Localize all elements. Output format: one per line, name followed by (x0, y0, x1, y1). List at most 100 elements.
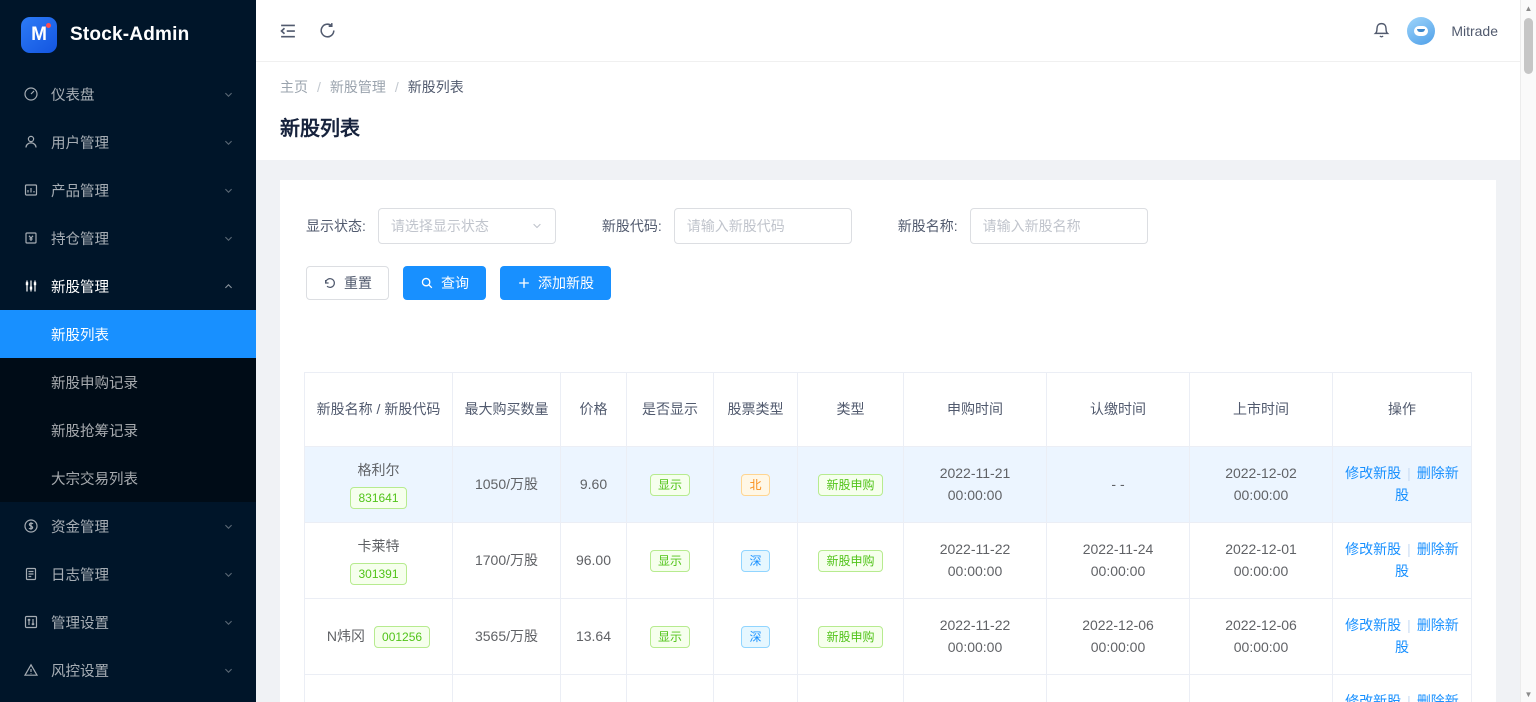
edit-stock-link[interactable]: 修改新股 (1345, 541, 1401, 557)
delete-stock-link[interactable]: 删除新股 (1395, 465, 1459, 503)
warning-triangle-icon (22, 662, 39, 679)
sidebar-item-dashboard[interactable]: 仪表盘 (0, 70, 256, 118)
breadcrumb-home[interactable]: 主页 (280, 79, 308, 95)
cell-type: 新股申购 (798, 447, 904, 523)
notification-bell-icon[interactable] (1372, 21, 1391, 40)
sidebar-menu: 仪表盘 用户管理 产品管理 持仓管理 (0, 70, 256, 702)
display-status-tag: 显示 (650, 550, 690, 572)
sidebar-item-risk-settings[interactable]: 风控设置 (0, 646, 256, 694)
edit-stock-link[interactable]: 修改新股 (1345, 465, 1401, 481)
sidebar-item-new-stock[interactable]: 新股管理 (0, 262, 256, 310)
action-bar: 重置 查询 添加新股 (304, 266, 1472, 300)
status-select[interactable]: 请选择显示状态 (378, 208, 556, 244)
filter-stock-code: 新股代码: (602, 208, 852, 244)
display-status-tag: 显示 (650, 626, 690, 648)
breadcrumb: 主页/新股管理/新股列表 (280, 77, 1496, 97)
cell-name-code: N炜冈001256 (305, 599, 453, 675)
dollar-circle-icon (22, 518, 39, 535)
breadcrumb-current: 新股列表 (408, 79, 464, 95)
new-stock-submenu: 新股列表 新股申购记录 新股抢筹记录 大宗交易列表 (0, 310, 256, 502)
sidebar-item-users[interactable]: 用户管理 (0, 118, 256, 166)
cell-max-quantity: 1700/万股 (453, 523, 561, 599)
reset-icon (323, 276, 337, 290)
edit-stock-link[interactable]: 修改新股 (1345, 617, 1401, 633)
add-new-stock-button[interactable]: 添加新股 (500, 266, 611, 300)
cell-pay-time: 2022-12-0600:00:00 (1047, 599, 1190, 675)
cell-price: 13.64 (561, 599, 627, 675)
cell-type: 新股申购 (798, 675, 904, 702)
col-display: 是否显示 (627, 373, 714, 447)
col-max-quantity: 最大购买数量 (453, 373, 561, 447)
chevron-down-icon (223, 137, 234, 148)
app-title: Stock-Admin (70, 24, 189, 46)
submenu-item-new-stock-list[interactable]: 新股列表 (0, 310, 256, 358)
display-status-tag: 显示 (650, 474, 690, 496)
stock-name-input[interactable] (970, 208, 1148, 244)
stock-code-input[interactable] (674, 208, 852, 244)
sidebar-item-logs[interactable]: 日志管理 (0, 550, 256, 598)
cell-pay-time: 2022-11-2400:00:00 (1047, 523, 1190, 599)
delete-stock-link[interactable]: 删除新股 (1395, 617, 1459, 655)
cell-max-quantity: 3565/万股 (453, 599, 561, 675)
page-header: 主页/新股管理/新股列表 新股列表 (256, 62, 1520, 160)
sidebar-collapse-icon[interactable] (278, 21, 298, 41)
cell-price: 78.90 (561, 675, 627, 702)
scroll-down-arrow[interactable]: ▼ (1521, 686, 1536, 702)
stock-name: 卡莱特 (313, 536, 444, 558)
chevron-up-icon (223, 281, 234, 292)
delete-stock-link[interactable]: 删除新股 (1395, 693, 1459, 702)
search-icon (420, 276, 434, 290)
sidebar: M Stock-Admin 仪表盘 用户管理 产品管理 (0, 0, 256, 702)
cell-price: 96.00 (561, 523, 627, 599)
new-stock-table: 新股名称 / 新股代码 最大购买数量 价格 是否显示 股票类型 类型 申购时间 … (304, 372, 1472, 702)
chevron-down-icon (223, 521, 234, 532)
dashboard-icon (22, 86, 39, 103)
submenu-item-subscription-records[interactable]: 新股申购记录 (0, 358, 256, 406)
cell-name-code: 三未信安 (305, 675, 453, 702)
cell-name-code: 卡莱特301391 (305, 523, 453, 599)
sidebar-item-funds[interactable]: 资金管理 (0, 502, 256, 550)
cell-apply-time: 2022-11-2100:00:00 (904, 447, 1047, 523)
cell-stock-type: 深 (714, 523, 798, 599)
cell-list-time: 2022-12-02 (1190, 675, 1333, 702)
cell-stock-type: 沪 (714, 675, 798, 702)
breadcrumb-new-stock-mgmt[interactable]: 新股管理 (330, 79, 386, 95)
market-tag: 深 (741, 626, 769, 648)
window-scrollbar[interactable]: ▲ ▼ (1520, 0, 1536, 702)
cell-apply-time: 2022-11-2200:00:00 (904, 523, 1047, 599)
sidebar-item-products[interactable]: 产品管理 (0, 166, 256, 214)
cell-operations: 修改新股|删除新股 (1333, 675, 1472, 702)
sidebar-item-admin-settings[interactable]: 管理设置 (0, 598, 256, 646)
status-label: 显示状态: (306, 216, 366, 236)
cell-display: 显示 (627, 675, 714, 702)
app-logo-icon: M (21, 17, 57, 53)
scrollbar-thumb[interactable] (1524, 18, 1533, 74)
refresh-icon[interactable] (318, 21, 337, 40)
search-button[interactable]: 查询 (403, 266, 486, 300)
col-apply-time: 申购时间 (904, 373, 1047, 447)
cell-stock-type: 北 (714, 447, 798, 523)
submenu-item-block-trade-list[interactable]: 大宗交易列表 (0, 454, 256, 502)
settings-icon (22, 614, 39, 631)
delete-stock-link[interactable]: 删除新股 (1395, 541, 1459, 579)
list-card: 显示状态: 请选择显示状态 新股代码: 新股名称: (280, 180, 1496, 702)
stock-code-tag: 001256 (374, 626, 430, 648)
code-label: 新股代码: (602, 216, 662, 236)
submenu-item-rush-records[interactable]: 新股抢筹记录 (0, 406, 256, 454)
page-title: 新股列表 (280, 112, 1496, 141)
col-name-code: 新股名称 / 新股代码 (305, 373, 453, 447)
chevron-down-icon (531, 220, 543, 232)
sidebar-item-positions[interactable]: 持仓管理 (0, 214, 256, 262)
edit-stock-link[interactable]: 修改新股 (1345, 693, 1401, 702)
scroll-up-arrow[interactable]: ▲ (1521, 0, 1536, 16)
col-list-time: 上市时间 (1190, 373, 1333, 447)
chevron-down-icon (223, 233, 234, 244)
cell-pay-time: 2022-11-25 (1047, 675, 1190, 702)
user-avatar[interactable] (1407, 17, 1435, 45)
reset-button[interactable]: 重置 (306, 266, 389, 300)
filter-bar: 显示状态: 请选择显示状态 新股代码: 新股名称: (304, 208, 1472, 244)
table-row: 三未信安1914/万股78.90显示沪新股申购2022-11-232022-11… (305, 675, 1472, 702)
cell-name-code: 格利尔831641 (305, 447, 453, 523)
cell-display: 显示 (627, 447, 714, 523)
main-area: Mitrade 主页/新股管理/新股列表 新股列表 显示状态: 请选择显示状态 (256, 0, 1520, 702)
